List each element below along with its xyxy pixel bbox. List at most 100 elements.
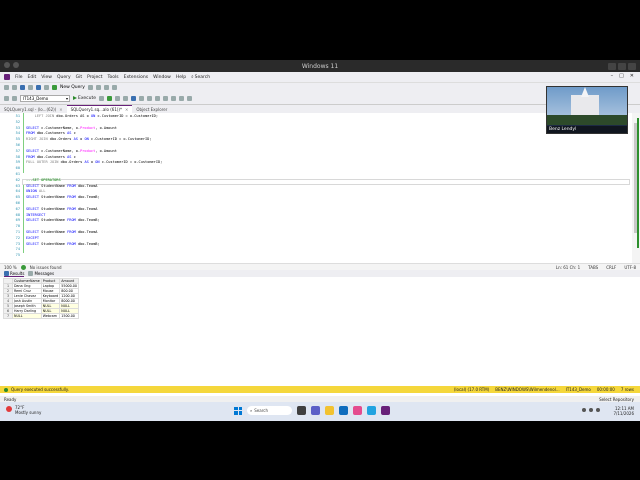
back-icon[interactable] (4, 85, 9, 90)
code-line[interactable]: RIGHT JOIN dbo.Orders AS o ON c.Customer… (26, 137, 152, 141)
vm-left-icons (4, 62, 19, 68)
menu-file[interactable]: File (15, 75, 23, 80)
code-line[interactable]: SELECT StudentName FROM dbo.TeamB; (26, 242, 100, 246)
column-header[interactable]: CustomerName (12, 278, 42, 284)
code-line[interactable]: SELECT c.CustomerName, o.Product, o.Amou… (26, 126, 117, 130)
grid-cell[interactable]: Webcam (40, 313, 61, 319)
editor-scrollbar[interactable] (632, 113, 640, 263)
close-icon[interactable]: ✕ (59, 107, 62, 112)
save-icon[interactable] (36, 85, 41, 90)
code-line[interactable]: SELECT StudentName FROM dbo.TeamA (26, 207, 97, 211)
code-line[interactable]: LEFT JOIN dbo.Orders AS o ON c.CustomerI… (26, 114, 158, 118)
system-tray[interactable] (582, 408, 600, 412)
undo-icon[interactable] (87, 85, 93, 90)
grid-cell[interactable]: 1500.00 (59, 313, 79, 319)
menu-window[interactable]: Window (153, 75, 171, 80)
indent-icon[interactable] (171, 95, 176, 101)
grid-cell[interactable]: 55000.00 (59, 283, 79, 289)
settings-icon[interactable] (111, 85, 117, 90)
connect-icon[interactable] (4, 95, 9, 101)
menu-edit[interactable]: Edit (28, 75, 37, 80)
debug-icon[interactable] (103, 85, 109, 90)
code-line[interactable]: FROM dbo.Customers AS c (26, 155, 76, 159)
code-line[interactable]: SELECT StudentName FROM dbo.TeamA (26, 184, 97, 188)
code-line[interactable]: SELECT StudentName FROM dbo.TeamB; (26, 218, 100, 222)
results-grid[interactable]: CustomerName Product Amount 1 Dana Ong Lap… (3, 278, 79, 319)
indent-mode[interactable]: TABS (588, 265, 598, 270)
outdent-icon[interactable] (179, 95, 184, 101)
comment-icon[interactable] (155, 95, 160, 101)
grid-cell[interactable]: NULL (12, 313, 42, 319)
results-to-grid-icon[interactable] (131, 95, 136, 101)
clock[interactable]: 12:11 AM 7/11/2026 (613, 406, 634, 416)
execute-button[interactable]: Execute (73, 96, 96, 101)
new-file-icon[interactable] (20, 85, 25, 90)
task-view-icon[interactable] (297, 406, 306, 415)
estimated-plan-icon[interactable] (115, 95, 120, 101)
vm-controls[interactable] (608, 60, 636, 72)
change-connection-icon[interactable] (12, 95, 17, 101)
encoding[interactable]: UTF-8 (624, 265, 636, 270)
stop-icon[interactable] (99, 95, 104, 101)
windows-start-icon[interactable] (234, 406, 242, 415)
menu-git[interactable]: Git (76, 75, 83, 80)
line-ending[interactable]: CRLF (606, 265, 616, 270)
redo-icon[interactable] (95, 85, 101, 90)
grid-cell[interactable]: Keyboard (40, 293, 61, 299)
chrome-icon[interactable] (367, 406, 376, 415)
tab-messages[interactable]: Messages (28, 271, 54, 276)
minimize-icon[interactable]: – (611, 73, 614, 79)
open-icon[interactable] (28, 85, 33, 90)
menu-search[interactable]: ⌕ Search (191, 74, 210, 81)
sql-editor-toolbar: IT143_Demo ▾ Execute (0, 92, 640, 105)
results-to-text-icon[interactable] (139, 95, 144, 101)
menu-query[interactable]: Query (57, 75, 71, 80)
query-editor[interactable]: 51 52 53 54 55 56 57 58 59 60 61 62 63 64 65 66 67 68 69 70… (0, 113, 632, 263)
tab-query-1[interactable]: SQLQuery1.sql - (lo...(62)) ✕ (0, 106, 67, 113)
uncomment-icon[interactable] (163, 95, 168, 101)
document-tabs: SQLQuery1.sql - (lo...(62)) ✕ SQLQuery1.s… (0, 105, 640, 113)
results-to-file-icon[interactable] (147, 95, 152, 101)
close-icon[interactable]: ✕ (630, 73, 634, 79)
code-line[interactable]: SELECT StudentName FROM dbo.TeamA (26, 230, 97, 234)
code-line[interactable]: UNION ALL (26, 189, 46, 193)
code-line[interactable]: ---SET OPERATORS (26, 178, 61, 182)
code-line[interactable]: EXCEPT (26, 236, 39, 240)
maximize-icon[interactable]: □ (619, 73, 624, 79)
menu-extensions[interactable]: Extensions (124, 75, 148, 80)
tab-results[interactable]: Results (4, 270, 25, 277)
menu-help[interactable]: Help (176, 75, 186, 80)
specify-values-icon[interactable] (187, 95, 192, 101)
code-line[interactable]: SELECT c.CustomerName, o.Product, o.Amou… (26, 149, 117, 153)
vm-screen: Windows 11 File Edit View Query Git Proj… (0, 60, 640, 421)
close-icon[interactable]: ✕ (125, 107, 128, 112)
menu-view[interactable]: View (41, 75, 52, 80)
code-line[interactable]: FROM dbo.Customers AS c (26, 131, 76, 135)
server-name: (local) (17.0 RTM) (453, 387, 490, 392)
teams-icon[interactable] (311, 406, 320, 415)
store-icon[interactable] (353, 406, 362, 415)
forward-icon[interactable] (12, 85, 17, 90)
database-select[interactable]: IT143_Demo ▾ (20, 94, 70, 102)
query-options-icon[interactable] (123, 95, 128, 101)
new-query-button[interactable]: New Query (60, 85, 85, 90)
code-line[interactable]: SELECT StudentName FROM dbo.TeamB; (26, 195, 100, 199)
row-number[interactable]: 7 (3, 313, 13, 319)
edge-icon[interactable] (339, 406, 348, 415)
code-line[interactable]: INTERSECT (26, 213, 45, 217)
parse-icon[interactable] (107, 95, 112, 101)
menu-project[interactable]: Project (87, 75, 102, 80)
tab-object-explorer[interactable]: Object Explorer (132, 106, 171, 113)
issues-status[interactable]: No issues found (30, 265, 62, 270)
taskbar-search[interactable]: ⌕ Search (247, 406, 292, 415)
weather-widget[interactable]: 72°F Mostly sunny (6, 405, 41, 415)
ssms-icon[interactable] (381, 406, 390, 415)
menu-tools[interactable]: Tools (108, 75, 119, 80)
zoom-level[interactable]: 100 % (4, 265, 17, 270)
save-all-icon[interactable] (44, 85, 49, 90)
file-explorer-icon[interactable] (325, 406, 334, 415)
tab-query-2[interactable]: SQLQuery1.sq...alo (61))* ✕ (66, 105, 133, 113)
select-repository[interactable]: Select Repository (599, 397, 634, 402)
table-row[interactable]: 7 NULL Webcam 1500.00 (3, 313, 79, 319)
code-line[interactable]: FULL OUTER JOIN dbo.Orders AS o ON c.Cus… (26, 160, 162, 164)
